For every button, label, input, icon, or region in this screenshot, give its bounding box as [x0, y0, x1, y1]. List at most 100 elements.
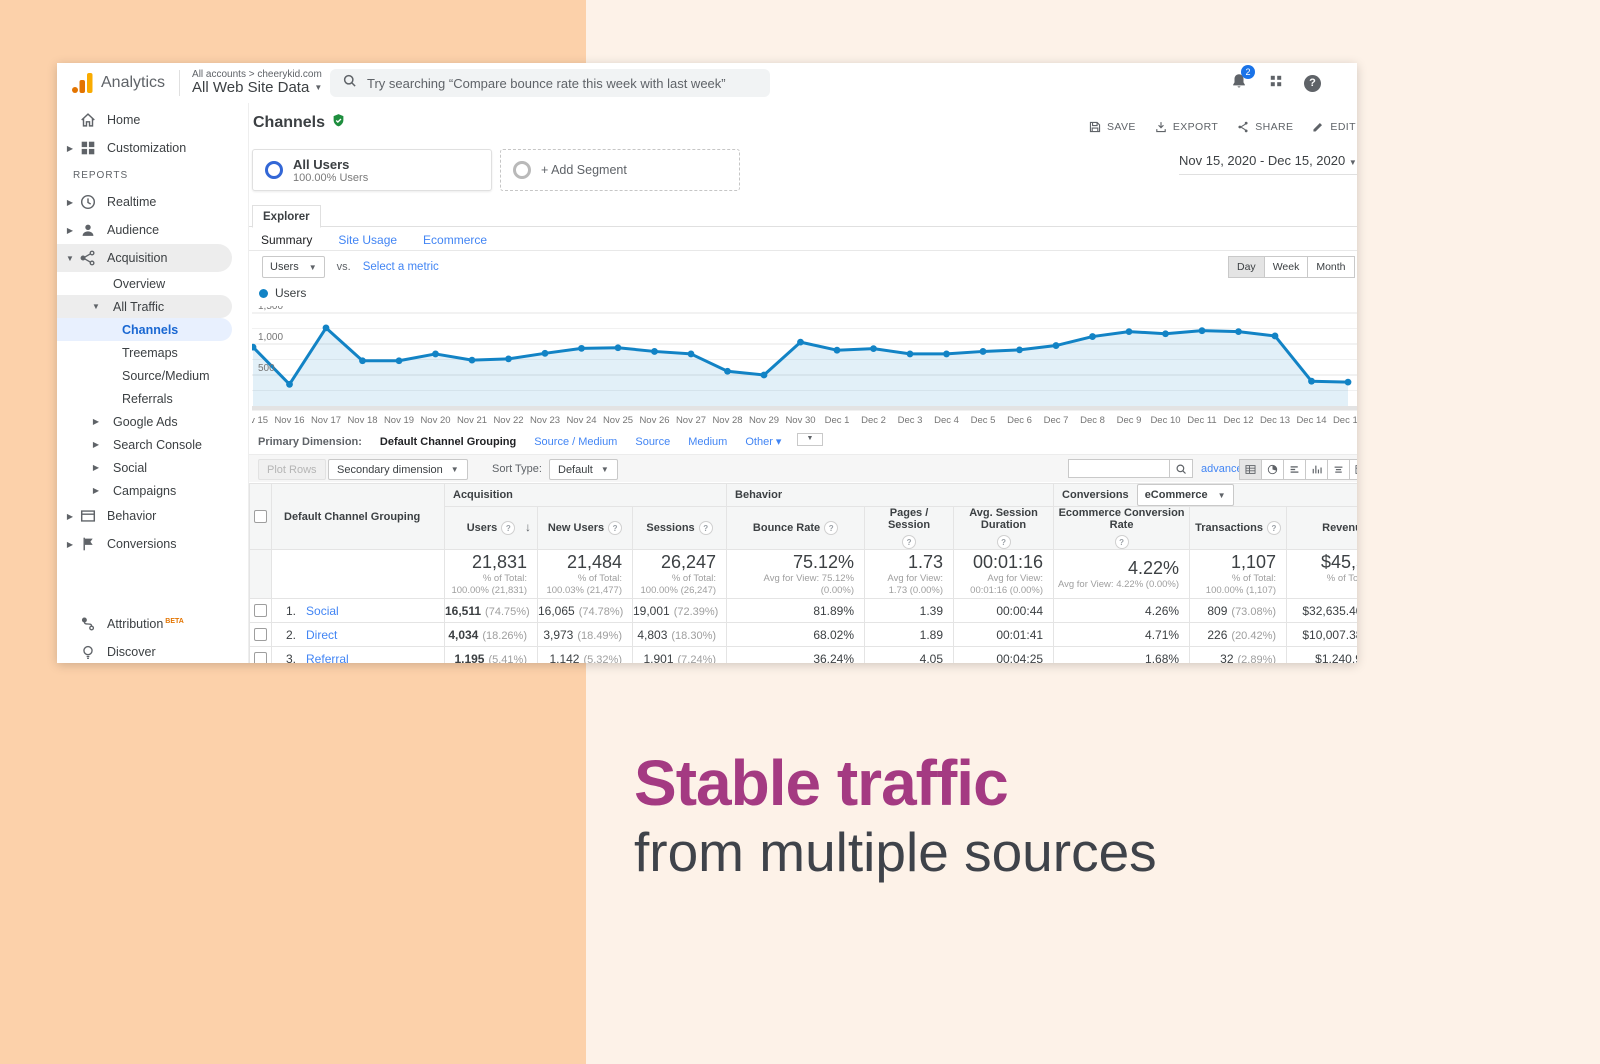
- chart-point[interactable]: [578, 345, 585, 352]
- chart-point[interactable]: [1199, 327, 1206, 334]
- chevron-right-icon[interactable]: ▶: [91, 440, 101, 449]
- edit-button[interactable]: EDIT: [1311, 120, 1356, 134]
- view-percentage-button[interactable]: [1261, 459, 1284, 480]
- add-segment-button[interactable]: + Add Segment: [500, 149, 740, 191]
- notifications-button[interactable]: 2: [1230, 72, 1248, 95]
- granularity-week[interactable]: Week: [1264, 256, 1309, 278]
- view-table-button[interactable]: [1239, 459, 1262, 480]
- sidebar-item-overview[interactable]: Overview: [57, 272, 248, 295]
- column-header-avg-session-duration[interactable]: Avg. Session Duration?: [954, 507, 1054, 550]
- chart-point[interactable]: [323, 324, 330, 331]
- granularity-day[interactable]: Day: [1228, 256, 1265, 278]
- chart-point[interactable]: [396, 357, 403, 364]
- subtab-site-usage[interactable]: Site Usage: [338, 233, 397, 247]
- chart-point[interactable]: [1162, 330, 1169, 337]
- sidebar-item-discover[interactable]: Discover: [57, 638, 248, 663]
- column-header-transactions[interactable]: Transactions?: [1190, 507, 1287, 550]
- save-button[interactable]: SAVE: [1088, 120, 1136, 134]
- primary-dimension-link-source-medium[interactable]: Source / Medium: [534, 436, 617, 448]
- chevron-right-icon[interactable]: ▶: [65, 512, 75, 521]
- chart-point[interactable]: [907, 351, 914, 358]
- chevron-down-icon[interactable]: ▼: [65, 254, 75, 263]
- chart-point[interactable]: [1126, 328, 1133, 335]
- plot-rows-button[interactable]: Plot Rows: [258, 459, 326, 480]
- chart-point[interactable]: [761, 372, 768, 379]
- select-a-metric-link[interactable]: Select a metric: [363, 261, 439, 273]
- table-search-input[interactable]: [1068, 459, 1169, 478]
- sidebar-item-social[interactable]: ▶Social: [57, 456, 248, 479]
- sidebar-item-behavior[interactable]: ▶Behavior: [57, 502, 248, 530]
- chevron-right-icon[interactable]: ▶: [91, 417, 101, 426]
- sidebar-item-search-console[interactable]: ▶Search Console: [57, 433, 248, 456]
- sort-descending-icon[interactable]: ↓: [525, 520, 531, 534]
- chart-point[interactable]: [1235, 328, 1242, 335]
- sidebar-item-campaigns[interactable]: ▶Campaigns: [57, 479, 248, 502]
- sidebar-item-customization[interactable]: ▶Customization: [57, 134, 248, 162]
- chart-point[interactable]: [1345, 379, 1352, 386]
- help-tooltip-icon[interactable]: ?: [997, 535, 1011, 549]
- chart-point[interactable]: [286, 381, 293, 388]
- chevron-right-icon[interactable]: ▶: [65, 540, 75, 549]
- export-button[interactable]: EXPORT: [1154, 120, 1218, 134]
- chart-point[interactable]: [980, 348, 987, 355]
- sidebar-item-referrals[interactable]: Referrals: [57, 387, 248, 410]
- chart-point[interactable]: [943, 351, 950, 358]
- view-performance-button[interactable]: [1283, 459, 1306, 480]
- column-header-dimension[interactable]: Default Channel Grouping: [272, 484, 445, 550]
- chart-point[interactable]: [542, 350, 549, 357]
- chart-point[interactable]: [724, 368, 731, 375]
- date-range-selector[interactable]: Nov 15, 2020 - Dec 15, 2020 ▼: [1179, 153, 1357, 175]
- primary-dimension-active[interactable]: Default Channel Grouping: [380, 436, 516, 448]
- row-checkbox[interactable]: [254, 652, 267, 663]
- help-tooltip-icon[interactable]: ?: [608, 521, 622, 535]
- chart-point[interactable]: [359, 357, 366, 364]
- sidebar-item-home[interactable]: Home: [57, 106, 248, 134]
- chart-point[interactable]: [870, 345, 877, 352]
- chevron-right-icon[interactable]: ▶: [91, 463, 101, 472]
- chart-point[interactable]: [1272, 333, 1279, 340]
- column-header-bounce-rate[interactable]: Bounce Rate?: [727, 507, 865, 550]
- view-term-cloud-button[interactable]: [1327, 459, 1350, 480]
- share-button[interactable]: SHARE: [1236, 120, 1293, 134]
- chevron-right-icon[interactable]: ▶: [65, 198, 75, 207]
- column-header-ecommerce-conversion-rate[interactable]: Ecommerce Conversion Rate?: [1054, 507, 1190, 550]
- subtab-ecommerce[interactable]: Ecommerce: [423, 233, 487, 247]
- chart-point[interactable]: [797, 339, 804, 346]
- chart-point[interactable]: [469, 357, 476, 364]
- checkbox[interactable]: [254, 510, 267, 523]
- chart-point[interactable]: [834, 347, 841, 354]
- secondary-dimension-dropdown[interactable]: Secondary dimension ▼: [328, 459, 468, 480]
- channel-link-referral[interactable]: Referral: [306, 652, 349, 663]
- chevron-right-icon[interactable]: ▶: [65, 144, 75, 153]
- help-tooltip-icon[interactable]: ?: [501, 521, 515, 535]
- sidebar-item-source-medium[interactable]: Source/Medium: [57, 364, 248, 387]
- sidebar-item-audience[interactable]: ▶Audience: [57, 216, 248, 244]
- sort-type-dropdown[interactable]: Default ▼: [549, 459, 618, 480]
- chart-point[interactable]: [1089, 333, 1096, 340]
- conversions-goal-dropdown[interactable]: eCommerce▼: [1137, 484, 1234, 506]
- chevron-right-icon[interactable]: ▶: [65, 226, 75, 235]
- help-tooltip-icon[interactable]: ?: [1115, 535, 1129, 549]
- view-pivot-button[interactable]: [1349, 459, 1357, 480]
- subtab-summary[interactable]: Summary: [261, 233, 312, 247]
- sidebar-item-all-traffic[interactable]: ▼All Traffic: [57, 295, 232, 318]
- table-search-button[interactable]: [1169, 459, 1193, 478]
- chart-point[interactable]: [505, 355, 512, 362]
- granularity-month[interactable]: Month: [1307, 256, 1354, 278]
- sidebar-item-realtime[interactable]: ▶Realtime: [57, 188, 248, 216]
- help-tooltip-icon[interactable]: ?: [1267, 521, 1281, 535]
- primary-dimension-link-medium[interactable]: Medium: [688, 436, 727, 448]
- apps-grid-button[interactable]: [1268, 73, 1284, 94]
- primary-dimension-link-source[interactable]: Source: [635, 436, 670, 448]
- select-all-header[interactable]: [250, 484, 272, 550]
- segment-all-users[interactable]: All Users 100.00% Users: [252, 149, 492, 191]
- account-switcher[interactable]: All accounts > cheerykid.com All Web Sit…: [192, 69, 322, 97]
- chart-point[interactable]: [1016, 346, 1023, 353]
- axis-granularity-handle[interactable]: ▼: [797, 433, 823, 446]
- primary-dimension-link-other[interactable]: Other ▾: [745, 435, 781, 448]
- search-input[interactable]: Try searching “Compare bounce rate this …: [330, 69, 770, 97]
- row-checkbox[interactable]: [254, 628, 267, 641]
- help-tooltip-icon[interactable]: ?: [824, 521, 838, 535]
- help-tooltip-icon[interactable]: ?: [902, 535, 916, 549]
- sidebar-item-channels[interactable]: Channels: [57, 318, 232, 341]
